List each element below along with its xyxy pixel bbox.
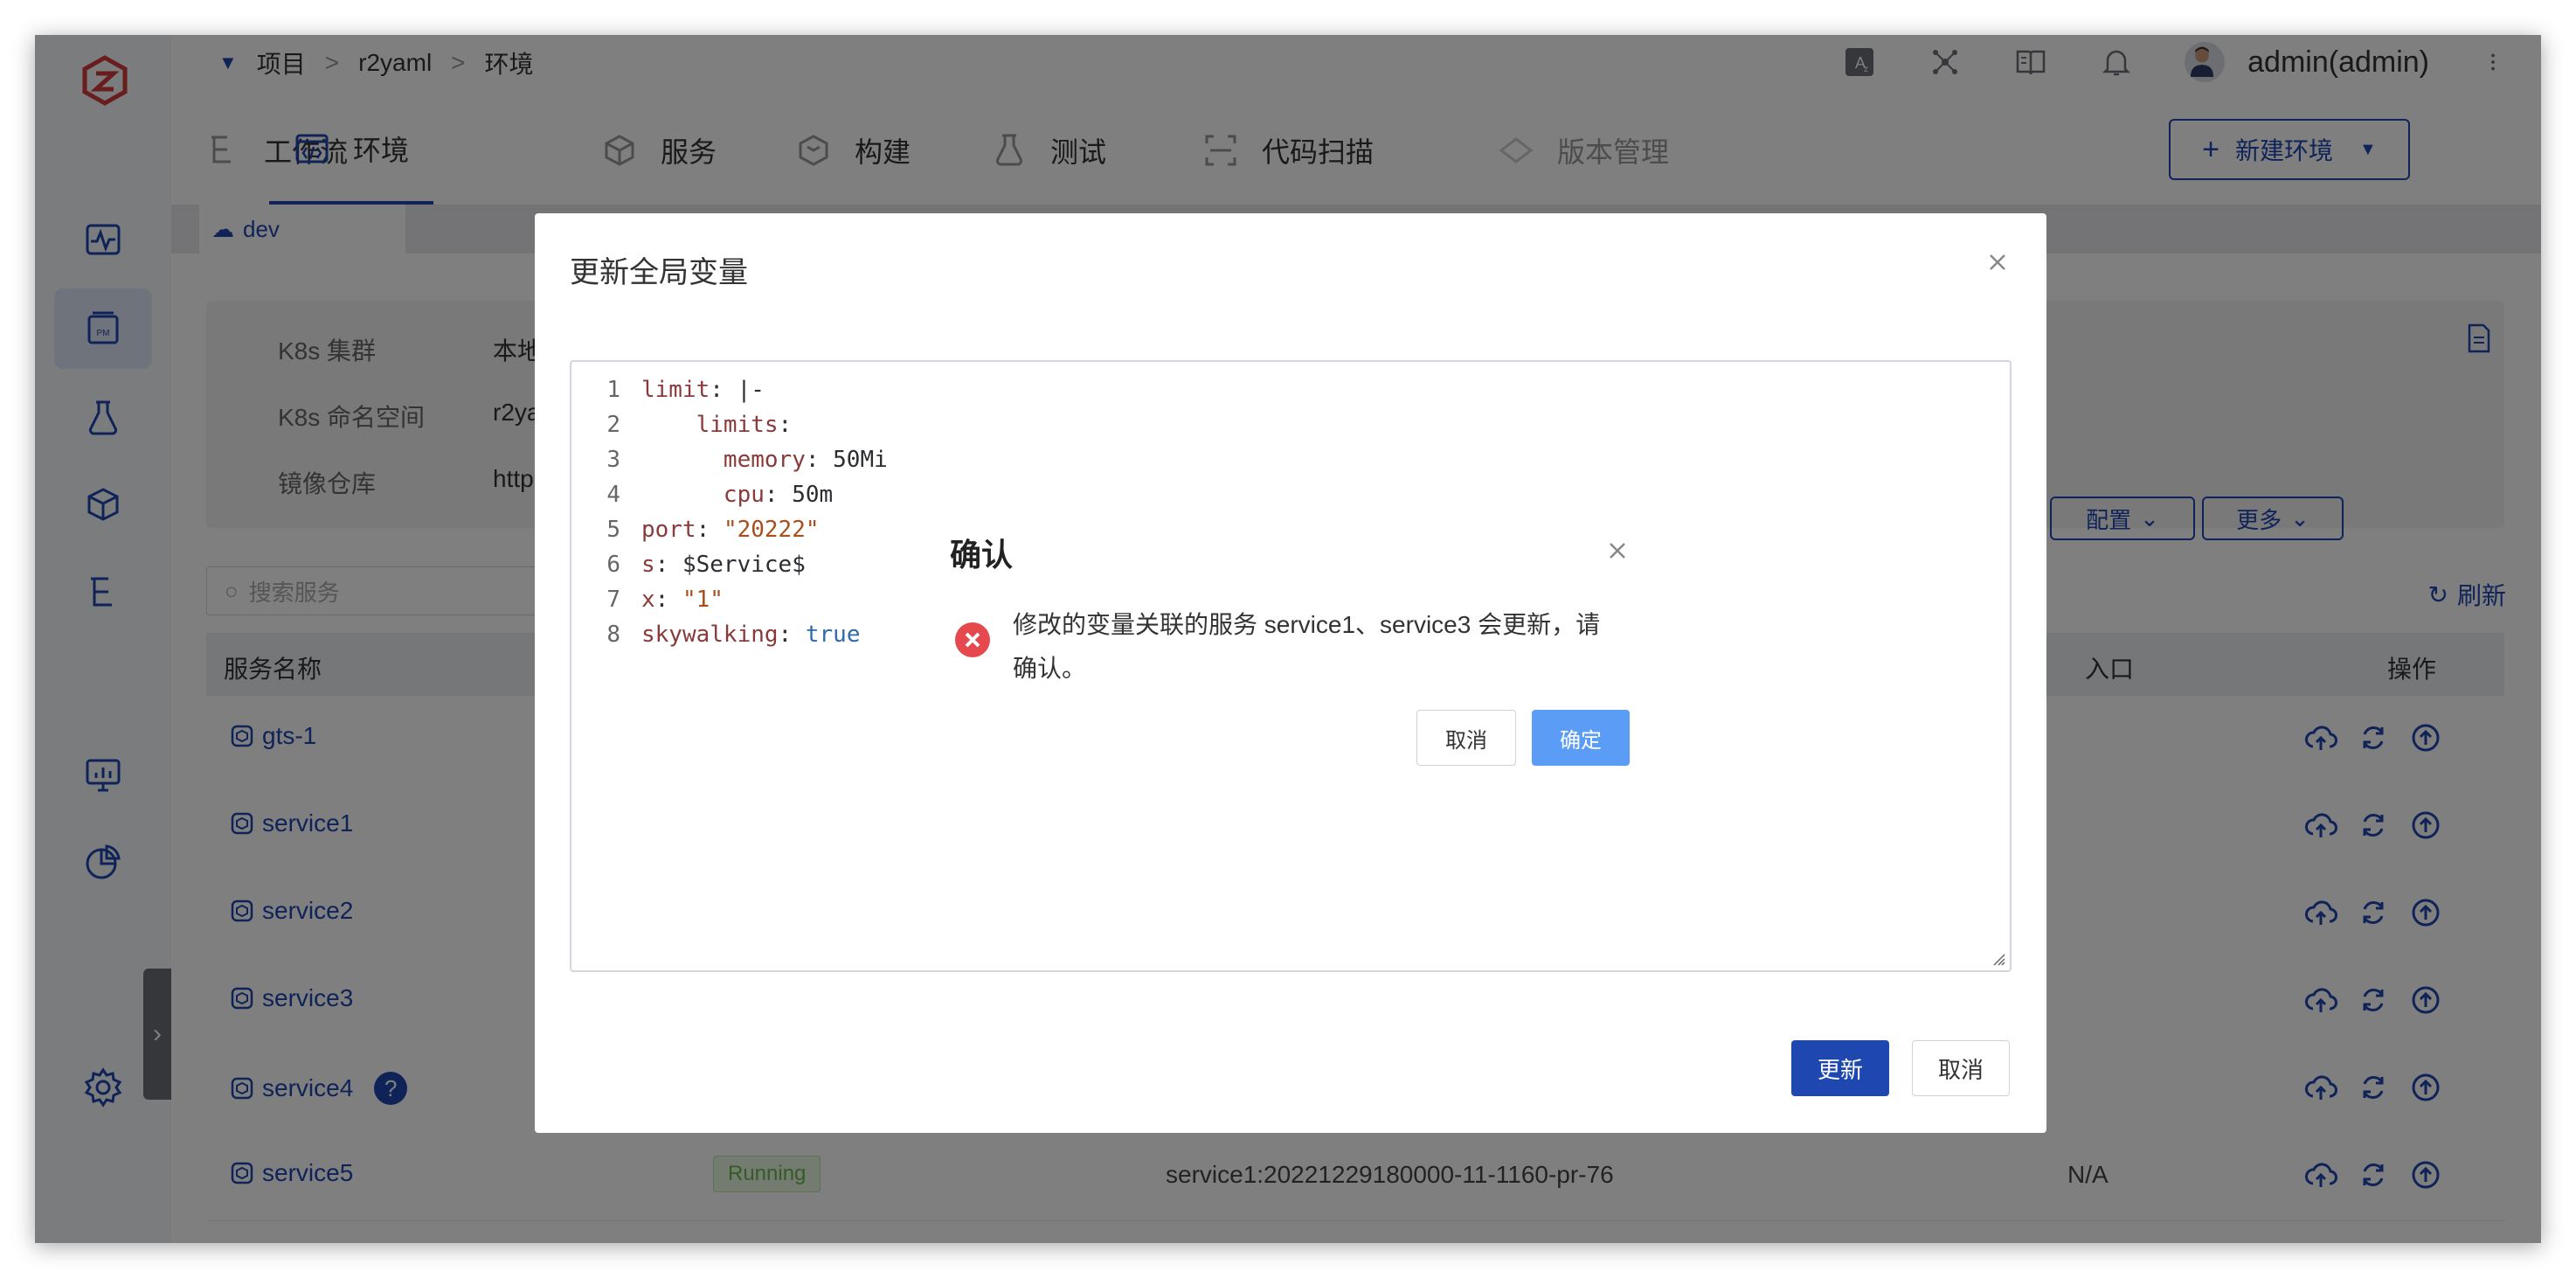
code-token: s [641, 552, 655, 578]
code-token: : $Service$ [654, 552, 806, 578]
code-token: : [778, 412, 793, 438]
code-token: : 50Mi [805, 447, 888, 473]
code-token: "1" [682, 587, 724, 613]
line-number: 2 [606, 412, 620, 438]
confirm-title: 确认 [950, 537, 1014, 573]
code-token: : [778, 622, 806, 648]
line-number: 5 [606, 517, 620, 543]
code-token: memory [723, 447, 806, 473]
code-token: "20222" [723, 517, 820, 543]
code-token: : 50m [764, 482, 834, 508]
confirm-ok-button[interactable]: 确定 [1532, 710, 1630, 766]
code-token: : [654, 587, 682, 613]
modal-title: 更新全局变量 [570, 256, 748, 289]
code-token: x [641, 587, 655, 613]
code-line: 3 memory: 50Mi [571, 442, 888, 477]
line-number: 6 [606, 552, 620, 578]
code-token: true [805, 622, 861, 648]
close-icon[interactable] [1984, 248, 2012, 276]
code-line: 1 limit: |- [571, 372, 765, 407]
code-token: port [641, 517, 696, 543]
update-button[interactable]: 更新 [1791, 1040, 1889, 1096]
code-token: cpu [723, 482, 765, 508]
code-line: 6 s: $Service$ [571, 547, 806, 582]
code-token: skywalking [641, 622, 779, 648]
code-line: 8 skywalking: true [571, 617, 860, 652]
line-number: 8 [606, 622, 620, 648]
code-token: : |- [710, 377, 765, 403]
line-number: 1 [606, 377, 620, 403]
error-icon [955, 622, 990, 657]
app-window: PM › ▼ 项目 > r2yaml > 环境 [35, 35, 2541, 1243]
confirm-cancel-button[interactable]: 取消 [1416, 710, 1516, 766]
code-token: : [696, 517, 724, 543]
code-line: 5 port: "20222" [571, 512, 820, 547]
line-number: 7 [606, 587, 620, 613]
confirm-message: 修改的变量关联的服务 service1、service3 会更新，请确认。 [1013, 611, 1601, 682]
confirm-dialog: 确认 修改的变量关联的服务 service1、service3 会更新，请确认。… [922, 507, 1659, 785]
code-token: limit [641, 377, 710, 403]
cancel-button[interactable]: 取消 [1912, 1040, 2010, 1096]
close-icon[interactable] [1605, 538, 1630, 563]
resize-handle-icon[interactable] [1992, 953, 2006, 967]
code-line: 4 cpu: 50m [571, 477, 833, 512]
line-number: 4 [606, 482, 620, 508]
code-line: 7 x: "1" [571, 582, 724, 617]
line-number: 3 [606, 447, 620, 473]
code-token: limits [696, 412, 779, 438]
code-line: 2 limits: [571, 407, 792, 442]
